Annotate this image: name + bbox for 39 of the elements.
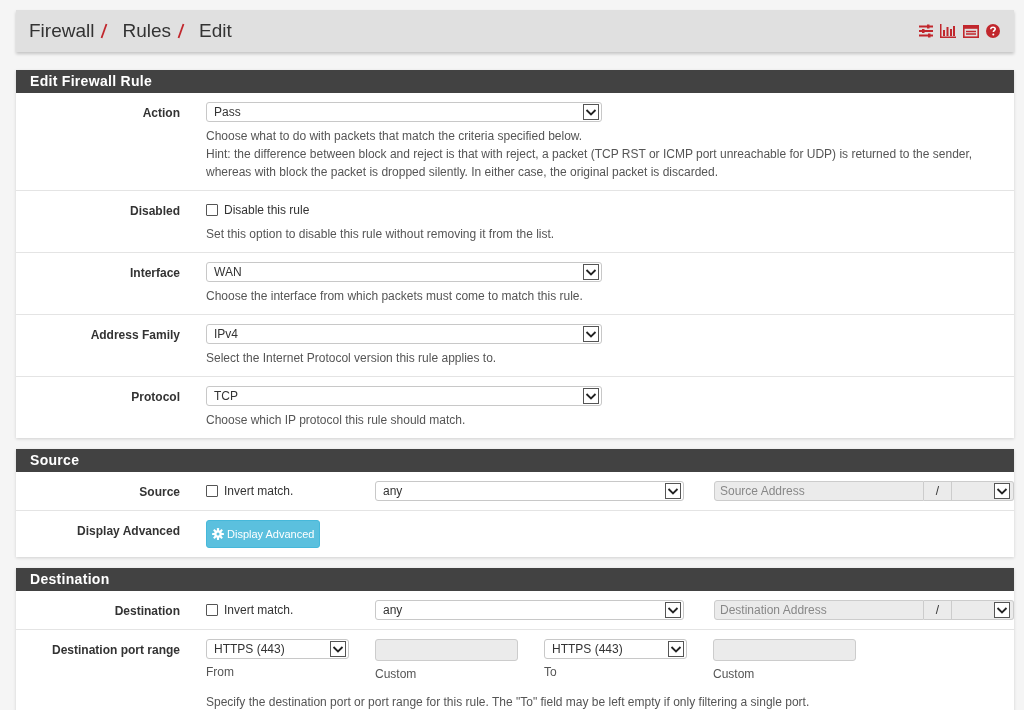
field-caption: To: [544, 665, 558, 679]
checkbox-label[interactable]: Invert match.: [224, 484, 294, 498]
help-text: Choose the interface from which packets must come to match this rule.: [206, 288, 584, 305]
field-caption: Custom: [375, 667, 418, 681]
field-label: Destination port range: [52, 643, 180, 657]
help-text: Select the Internet Protocol version this rule applies to.: [206, 350, 498, 367]
field-caption: From: [206, 665, 235, 679]
checkbox-label[interactable]: Invert match.: [224, 603, 294, 617]
select-field[interactable]: WAN: [206, 262, 602, 282]
checkbox-label[interactable]: Disable this rule: [224, 203, 310, 217]
section-header: Destination: [16, 568, 1014, 591]
breadcrumb-item[interactable]: Rules: [122, 20, 172, 42]
slash-addon: /: [924, 481, 952, 501]
select-field[interactable]: IPv4: [206, 324, 602, 344]
select-field[interactable]: any: [375, 481, 684, 501]
field-label: Destination: [114, 604, 180, 618]
help-text: Specify the destination port or port range for this rule. The "To" field may be left empty if only filtering a single port.: [206, 694, 811, 710]
breadcrumb-item[interactable]: Firewall: [29, 20, 95, 42]
breadcrumb-item: Edit: [199, 20, 232, 42]
slash-addon: /: [924, 600, 952, 620]
field-label: Address Family: [90, 328, 180, 342]
field-label: Protocol: [131, 390, 180, 404]
help-text: Set this option to disable this rule without removing it from the list.: [206, 226, 556, 243]
field-label: Display Advanced: [77, 524, 180, 538]
field-label: Source: [139, 485, 180, 499]
select-field[interactable]: HTTPS (443): [206, 639, 349, 659]
help-text: Choose which IP protocol this rule should match.: [206, 412, 467, 429]
section-header: Source: [16, 449, 1014, 472]
field-caption: Custom: [713, 667, 756, 681]
section-header: Edit Firewall Rule: [16, 70, 1014, 93]
select-field[interactable]: Pass: [206, 102, 602, 122]
select-field[interactable]: any: [375, 600, 684, 620]
field-label: Disabled: [130, 204, 180, 218]
field-label: Action: [142, 106, 180, 120]
help-text: Hint: the difference between block and reject is that with reject, a packet (TCP RST or ICMP port unreachable for UDP) is returned to the sender, whereas with block the packet is dropped silently. In either case, the original packet is discarded.: [206, 146, 974, 181]
select-field[interactable]: TCP: [206, 386, 602, 406]
field-label: Interface: [129, 266, 180, 280]
help-text: Choose what to do with packets that match the criteria specified below.: [206, 128, 584, 145]
select-field[interactable]: HTTPS (443): [544, 639, 687, 659]
